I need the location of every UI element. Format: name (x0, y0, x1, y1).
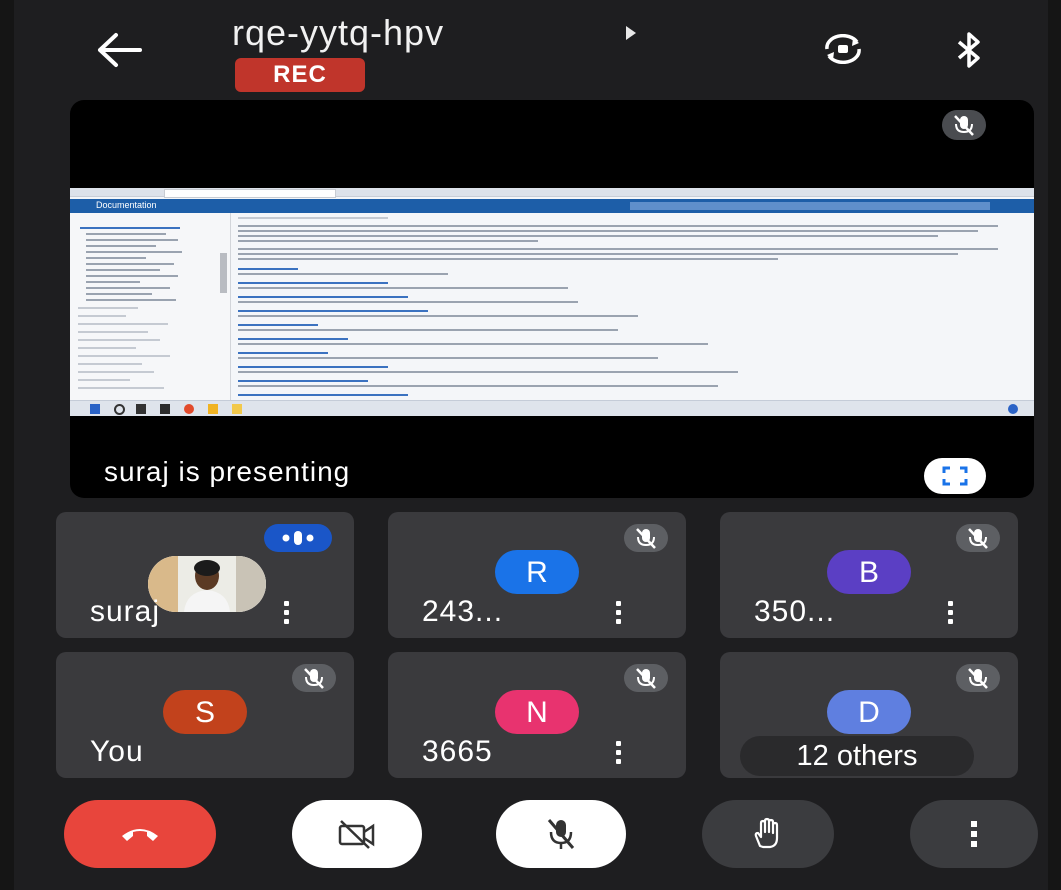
participant-tile-others[interactable]: D 12 others (720, 652, 1018, 778)
speaking-indicator-icon (264, 524, 332, 552)
avatar: D (827, 690, 911, 734)
participant-more-options-icon[interactable] (281, 601, 293, 633)
participant-tile-3665[interactable]: N 3665 (388, 652, 686, 778)
recording-badge: REC (235, 58, 365, 92)
avatar: R (495, 550, 579, 594)
participant-name: 243... (422, 595, 504, 628)
raise-hand-button[interactable] (702, 800, 834, 868)
avatar: S (163, 690, 247, 734)
others-count-label[interactable]: 12 others (740, 736, 974, 776)
more-vert-icon (971, 821, 977, 847)
participant-name: 3665 (422, 735, 493, 768)
participant-name: suraj (90, 595, 161, 628)
shared-screen-sidebar (70, 213, 231, 400)
presenting-label: suraj is presenting (104, 456, 351, 487)
presenter-mic-off-icon (942, 110, 986, 140)
back-arrow-icon[interactable] (96, 30, 146, 70)
participant-tile-suraj[interactable]: suraj (56, 512, 354, 638)
participant-tile-350[interactable]: B 350... (720, 512, 1018, 638)
participant-more-options-icon[interactable] (613, 741, 625, 773)
end-call-button[interactable] (64, 800, 216, 868)
camera-toggle-button[interactable] (292, 800, 422, 868)
shared-screen: Documentation (70, 188, 1034, 416)
participant-tile-you[interactable]: S You (56, 652, 354, 778)
avatar: B (827, 550, 911, 594)
participant-more-options-icon[interactable] (613, 601, 625, 633)
shared-app-title: Documentation (96, 200, 157, 210)
shared-screen-taskbar (70, 400, 1034, 416)
meeting-code[interactable]: rqe-yytq-hpv (232, 12, 444, 54)
avatar-photo (148, 556, 266, 612)
mic-off-icon (292, 664, 336, 692)
hang-up-icon (122, 829, 158, 841)
camera-off-icon (338, 820, 375, 849)
participant-tile-243[interactable]: R 243... (388, 512, 686, 638)
fullscreen-button[interactable] (924, 458, 986, 494)
mic-off-icon (956, 664, 1000, 692)
participant-name: You (90, 735, 144, 768)
raise-hand-icon (754, 817, 779, 849)
bluetooth-audio-icon[interactable] (954, 30, 984, 70)
shared-screen-content (238, 213, 1018, 400)
presentation-view[interactable]: Documentation suraj is presenting (70, 100, 1034, 498)
participant-name: 350... (754, 595, 836, 628)
meet-call-screen: rqe-yytq-hpv REC Documentation suraj is … (14, 0, 1048, 890)
meeting-details-caret-icon[interactable] (626, 26, 636, 40)
avatar: N (495, 690, 579, 734)
mic-off-icon (624, 664, 668, 692)
more-options-button[interactable] (910, 800, 1038, 868)
mic-toggle-button[interactable] (496, 800, 626, 868)
switch-camera-icon[interactable] (819, 33, 867, 65)
mic-off-icon (624, 524, 668, 552)
mic-off-icon (956, 524, 1000, 552)
participant-more-options-icon[interactable] (945, 601, 957, 633)
mic-off-icon (547, 819, 575, 849)
